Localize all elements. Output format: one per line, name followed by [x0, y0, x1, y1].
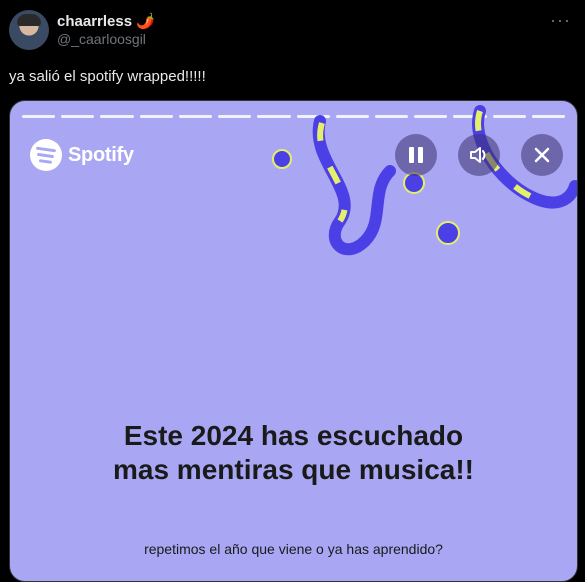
avatar-hair	[17, 14, 41, 26]
volume-icon	[470, 147, 486, 163]
pause-icon	[409, 147, 423, 163]
story-headline: Este 2024 has escuchado mas mentiras que…	[10, 419, 577, 487]
chili-emoji: 🌶️	[136, 13, 155, 30]
user-handle[interactable]: @_caarloosgil	[57, 31, 146, 47]
volume-button[interactable]	[458, 134, 500, 176]
close-icon	[534, 147, 550, 163]
pause-button[interactable]	[395, 134, 437, 176]
spotify-icon	[30, 139, 62, 171]
more-dots-icon[interactable]: ···	[550, 10, 571, 31]
headline-line-2: mas mentiras que musica!!	[112, 454, 475, 485]
display-name-text: chaarrless	[57, 12, 133, 30]
media-story-card[interactable]: Spotify Este 2024 has escuchado mas ment…	[9, 100, 578, 582]
headline-line-1: Este 2024 has escuchado	[123, 420, 464, 451]
spotify-logo: Spotify	[30, 139, 134, 171]
avatar[interactable]	[9, 10, 49, 50]
story-subtext: repetimos el año que viene o ya has apre…	[144, 541, 443, 557]
display-name[interactable]: chaarrless 🌶️	[57, 12, 155, 31]
spotify-wordmark: Spotify	[68, 143, 134, 166]
tweet-text: ya salió el spotify wrapped!!!!!	[9, 68, 206, 85]
decorative-shapes	[272, 105, 577, 256]
close-button[interactable]	[521, 134, 563, 176]
